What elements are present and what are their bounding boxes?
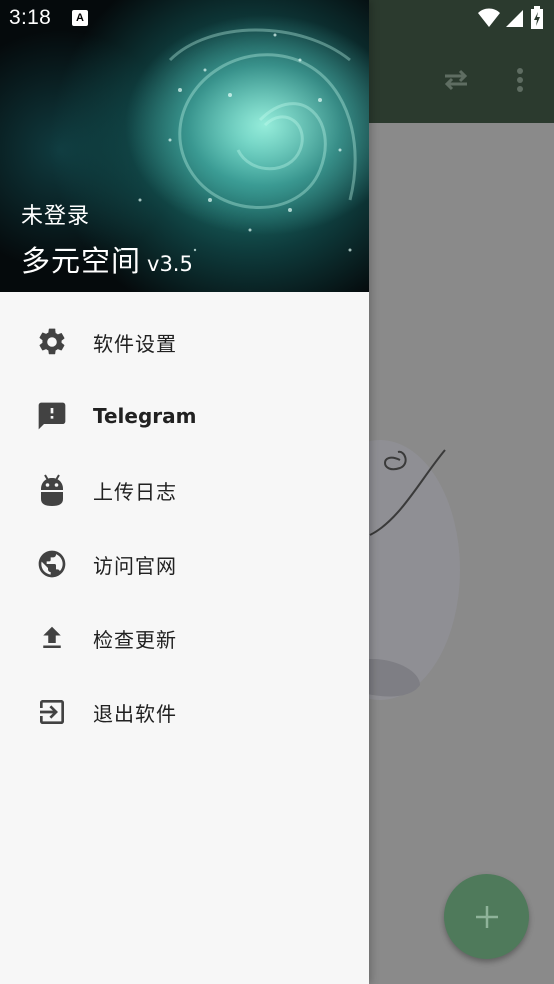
battery-icon [531, 6, 543, 29]
menu-item-settings[interactable]: 软件设置 [0, 305, 369, 379]
menu-item-label: 软件设置 [93, 331, 177, 356]
swap-icon[interactable] [436, 60, 476, 100]
status-bar: 3:18 A [0, 0, 554, 38]
android-icon [34, 472, 70, 508]
screen: 未登录 多元空间 v3.5 软件设置 Telegram 上传日志 访问官网 检查… [0, 0, 554, 984]
menu-item-telegram[interactable]: Telegram [0, 379, 369, 453]
signal-icon [506, 10, 523, 27]
notification-icon: A [72, 10, 88, 26]
menu-item-exit[interactable]: 退出软件 [0, 675, 369, 749]
upload-icon [34, 620, 70, 656]
menu-item-label: 访问官网 [93, 553, 177, 578]
feedback-icon [34, 398, 70, 434]
menu-item-label: 上传日志 [93, 479, 177, 504]
empty-state-illustration [360, 440, 460, 700]
add-icon [475, 905, 498, 928]
menu-item-label: 检查更新 [93, 627, 177, 652]
add-fab-button[interactable] [444, 874, 529, 959]
menu-item-check-update[interactable]: 检查更新 [0, 601, 369, 675]
menu-item-label: 退出软件 [93, 701, 177, 726]
gear-icon [34, 324, 70, 360]
exit-icon [34, 694, 70, 730]
wifi-icon [478, 8, 500, 27]
app-version: v3.5 [147, 252, 193, 276]
globe-icon [34, 546, 70, 582]
drawer-menu: 软件设置 Telegram 上传日志 访问官网 检查更新 退出软件 [0, 305, 369, 749]
navigation-drawer: 未登录 多元空间 v3.5 软件设置 Telegram 上传日志 访问官网 检查… [0, 0, 369, 984]
status-icons [478, 6, 544, 30]
more-vert-icon[interactable] [500, 60, 540, 100]
login-status[interactable]: 未登录 [21, 198, 90, 230]
menu-item-label: Telegram [93, 404, 197, 428]
status-time: 3:18 [9, 6, 52, 29]
app-title: 多元空间 v3.5 [21, 238, 193, 280]
menu-item-visit-website[interactable]: 访问官网 [0, 527, 369, 601]
drawer-header: 未登录 多元空间 v3.5 [0, 0, 369, 292]
menu-item-upload-log[interactable]: 上传日志 [0, 453, 369, 527]
app-name: 多元空间 [21, 244, 142, 278]
